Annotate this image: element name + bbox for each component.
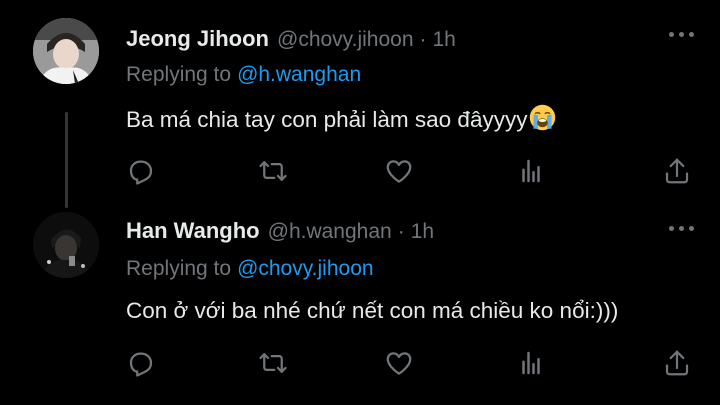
separator-dot: · bbox=[419, 28, 427, 51]
replying-to: Replying to @chovy.jihoon bbox=[126, 257, 374, 281]
avatar[interactable] bbox=[33, 212, 99, 278]
tweet-text-row: Con ở với ba nhé chứ nết con má chiều ko… bbox=[126, 298, 618, 324]
share-icon[interactable] bbox=[662, 348, 692, 378]
analytics-icon[interactable] bbox=[516, 348, 546, 378]
avatar[interactable] bbox=[33, 18, 99, 84]
replying-to-label: Replying to bbox=[126, 257, 232, 280]
avatar-photo bbox=[33, 18, 99, 84]
retweet-icon[interactable] bbox=[258, 348, 288, 378]
tweet-text-row: Ba má chia tay con phải làm sao đâyyyy bbox=[126, 104, 556, 133]
like-icon[interactable] bbox=[384, 156, 414, 186]
display-name[interactable]: Han Wangho bbox=[126, 218, 260, 244]
replying-to-label: Replying to bbox=[126, 63, 232, 86]
tweet-1[interactable]: Jeong Jihoon @chovy.jihoon · 1h Replying… bbox=[0, 0, 720, 208]
replying-to-link[interactable]: @chovy.jihoon bbox=[237, 257, 374, 280]
tweet-actions bbox=[126, 156, 696, 186]
timestamp[interactable]: 1h bbox=[411, 220, 434, 244]
like-icon[interactable] bbox=[384, 348, 414, 378]
avatar-photo bbox=[33, 212, 99, 278]
timestamp[interactable]: 1h bbox=[433, 28, 456, 52]
tweet-2[interactable]: Han Wangho @h.wanghan · 1h Replying to @c… bbox=[0, 200, 720, 405]
reply-icon[interactable] bbox=[126, 348, 156, 378]
reply-icon[interactable] bbox=[126, 156, 156, 186]
loudly-crying-face-emoji bbox=[530, 104, 556, 131]
more-icon[interactable] bbox=[669, 226, 694, 231]
replying-to-link[interactable]: @h.wanghan bbox=[237, 63, 361, 86]
thread-line bbox=[65, 112, 68, 208]
display-name[interactable]: Jeong Jihoon bbox=[126, 26, 269, 52]
replying-to: Replying to @h.wanghan bbox=[126, 63, 361, 87]
user-handle[interactable]: @h.wanghan bbox=[268, 220, 392, 244]
share-icon[interactable] bbox=[662, 156, 692, 186]
separator-dot: · bbox=[397, 220, 405, 243]
tweet-header: Jeong Jihoon @chovy.jihoon · 1h bbox=[126, 26, 456, 56]
tweet-text: Con ở với ba nhé chứ nết con má chiều ko… bbox=[126, 298, 619, 323]
tweet-actions bbox=[126, 348, 696, 378]
user-handle[interactable]: @chovy.jihoon bbox=[277, 28, 414, 52]
tweet-text: Ba má chia tay con phải làm sao đâyyyy bbox=[126, 107, 528, 132]
analytics-icon[interactable] bbox=[516, 156, 546, 186]
more-icon[interactable] bbox=[669, 32, 694, 37]
tweet-header: Han Wangho @h.wanghan · 1h bbox=[126, 218, 434, 248]
retweet-icon[interactable] bbox=[258, 156, 288, 186]
